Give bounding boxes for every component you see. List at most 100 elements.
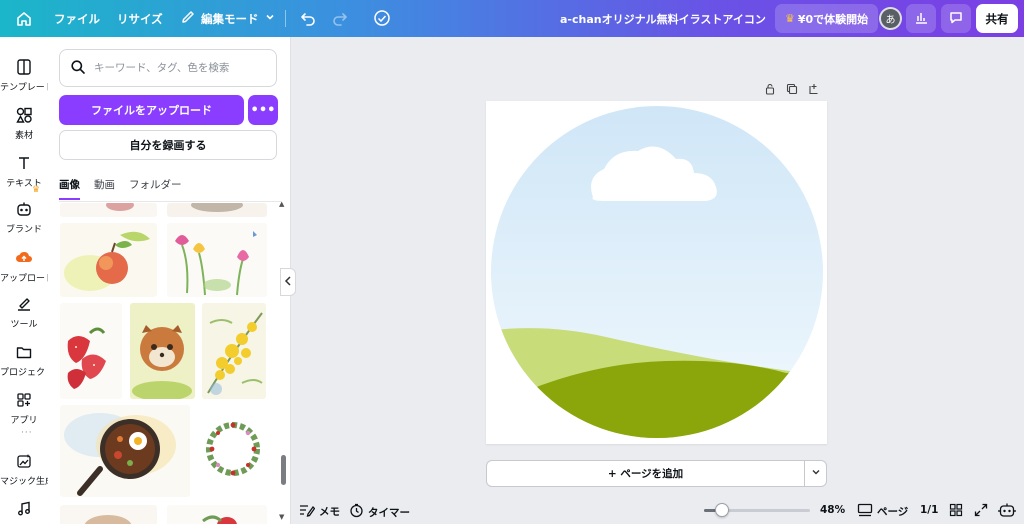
timer-button[interactable]: タイマー: [349, 503, 410, 521]
duplicate-page-icon[interactable]: [786, 83, 798, 98]
tab-folders[interactable]: フォルダー: [129, 177, 182, 200]
pages-button[interactable]: ページ: [857, 503, 908, 520]
edit-mode-label: 編集モード: [201, 11, 259, 26]
upload-icon: [14, 248, 34, 268]
design-title[interactable]: a-chanオリジナル無料イラストアイコン: [560, 0, 766, 37]
rail-item-projects[interactable]: プロジェクト: [0, 336, 48, 380]
media-tabs: 画像 動画 フォルダー: [59, 177, 182, 200]
fullscreen-icon[interactable]: [974, 503, 988, 517]
uploaded-images-grid: [59, 203, 273, 524]
draw-icon: [14, 294, 34, 314]
assistant-robot-icon[interactable]: [998, 502, 1016, 518]
notes-button[interactable]: メモ: [299, 503, 340, 520]
pencil-icon: [180, 9, 196, 28]
tab-images[interactable]: 画像: [59, 177, 80, 200]
scroll-down-arrow[interactable]: ▼: [279, 513, 284, 521]
pages-icon: [857, 503, 873, 520]
trial-button[interactable]: ♛ ¥0で体験開始: [775, 4, 879, 33]
file-menu[interactable]: ファイル: [54, 0, 100, 37]
record-yourself-button[interactable]: 自分を録画する: [59, 130, 277, 160]
uploaded-image-wreath[interactable]: [200, 405, 266, 497]
avatar[interactable]: あ: [879, 7, 902, 30]
uploaded-image-apple[interactable]: [60, 223, 157, 297]
pages-label: ページ: [877, 506, 909, 518]
share-button[interactable]: 共有: [976, 4, 1018, 33]
brand-icon: [14, 199, 34, 219]
grid-view-icon[interactable]: [949, 503, 963, 517]
rail-item-draw[interactable]: ツール: [0, 288, 48, 332]
insights-button[interactable]: [906, 4, 936, 33]
chevron-down-icon: [811, 467, 821, 480]
chevron-down-icon: [264, 11, 276, 26]
uploaded-image-red-panda[interactable]: [130, 303, 195, 399]
uploaded-image-tulips[interactable]: [167, 223, 267, 297]
uploaded-image-mimosa[interactable]: [202, 303, 266, 399]
rail-label: ブランド: [5, 225, 42, 235]
top-toolbar: ファイル リサイズ 編集モード a-chanオリジナル無料イラストアイコン ♛ …: [0, 0, 1024, 37]
rail-item-text[interactable]: テキスト: [0, 147, 48, 191]
rail-label: アプリ: [10, 416, 38, 426]
timer-label: タイマー: [368, 506, 410, 519]
uploaded-image[interactable]: [167, 505, 267, 524]
uploaded-image[interactable]: [60, 203, 157, 217]
comment-button[interactable]: [941, 4, 971, 33]
page-count: 1/1: [920, 504, 939, 516]
rail-label: 素材: [14, 131, 33, 141]
search-icon: [70, 59, 86, 78]
add-page-bar: + ページを追加: [486, 460, 827, 487]
toolbar-divider: [285, 10, 286, 27]
circle-landscape-illustration[interactable]: [486, 101, 827, 444]
timer-icon: [349, 503, 364, 521]
folder-icon: [14, 342, 34, 362]
rail-label: アップロード: [0, 274, 48, 284]
add-page-options[interactable]: [804, 461, 826, 486]
rail-label: テンプレート: [0, 83, 48, 93]
cloud-saved-icon[interactable]: [372, 9, 392, 30]
magic-media-icon: [14, 451, 34, 471]
rail-item-magic[interactable]: マジック生成: [0, 445, 48, 489]
collapse-panel-button[interactable]: [280, 268, 296, 296]
rail-separator: ···: [21, 428, 33, 438]
search-input[interactable]: [94, 62, 274, 74]
template-icon: [14, 57, 34, 77]
uploads-panel: ファイルをアップロード ••• 自分を録画する 画像 動画 フォルダー: [48, 37, 291, 524]
uploaded-image[interactable]: [60, 505, 157, 524]
zoom-percentage[interactable]: 48%: [820, 504, 845, 516]
redo-icon[interactable]: [331, 9, 349, 30]
edit-mode-menu[interactable]: 編集モード: [180, 0, 276, 37]
undo-icon[interactable]: [299, 9, 317, 30]
notes-icon: [299, 503, 316, 520]
apps-icon: [14, 390, 34, 410]
uploaded-image-strawberries[interactable]: [60, 303, 122, 399]
bar-chart-icon: [913, 9, 929, 28]
uploaded-image-skillet[interactable]: [60, 405, 190, 497]
resize-menu[interactable]: リサイズ: [117, 0, 163, 37]
rail-item-brand[interactable]: ブランド: [0, 193, 48, 237]
rail-item-elements[interactable]: 素材: [0, 99, 48, 143]
rail-label: ツール: [10, 320, 38, 330]
lock-icon[interactable]: [764, 83, 776, 98]
scroll-up-arrow[interactable]: ▲: [279, 200, 284, 208]
home-icon[interactable]: [14, 9, 34, 29]
more-options-button[interactable]: •••: [248, 95, 278, 125]
add-page-button[interactable]: + ページを追加: [487, 466, 804, 481]
add-page-icon[interactable]: [808, 83, 820, 98]
music-icon: [14, 499, 34, 519]
search-box[interactable]: [59, 49, 277, 87]
uploaded-image[interactable]: [167, 203, 267, 217]
tab-videos[interactable]: 動画: [94, 177, 115, 200]
panel-scrollbar-thumb[interactable]: [281, 455, 286, 485]
trial-label: ¥0で体験開始: [797, 12, 869, 26]
left-rail: テンプレート 素材 テキスト ♛ ブランド アップロード ツール プロジ: [0, 37, 48, 524]
tabs-divider: [59, 201, 281, 202]
design-page[interactable]: [486, 101, 827, 444]
rail-item-apps[interactable]: アプリ: [0, 384, 48, 428]
crown-icon: ♛: [785, 12, 795, 25]
elements-icon: [14, 105, 34, 125]
chevron-left-icon: [284, 275, 292, 289]
rail-item-upload[interactable]: アップロード: [0, 242, 48, 286]
rail-item-audio[interactable]: [0, 493, 48, 524]
upload-file-button[interactable]: ファイルをアップロード: [59, 95, 244, 125]
page-tools: [764, 83, 820, 98]
rail-item-template[interactable]: テンプレート: [0, 51, 48, 95]
